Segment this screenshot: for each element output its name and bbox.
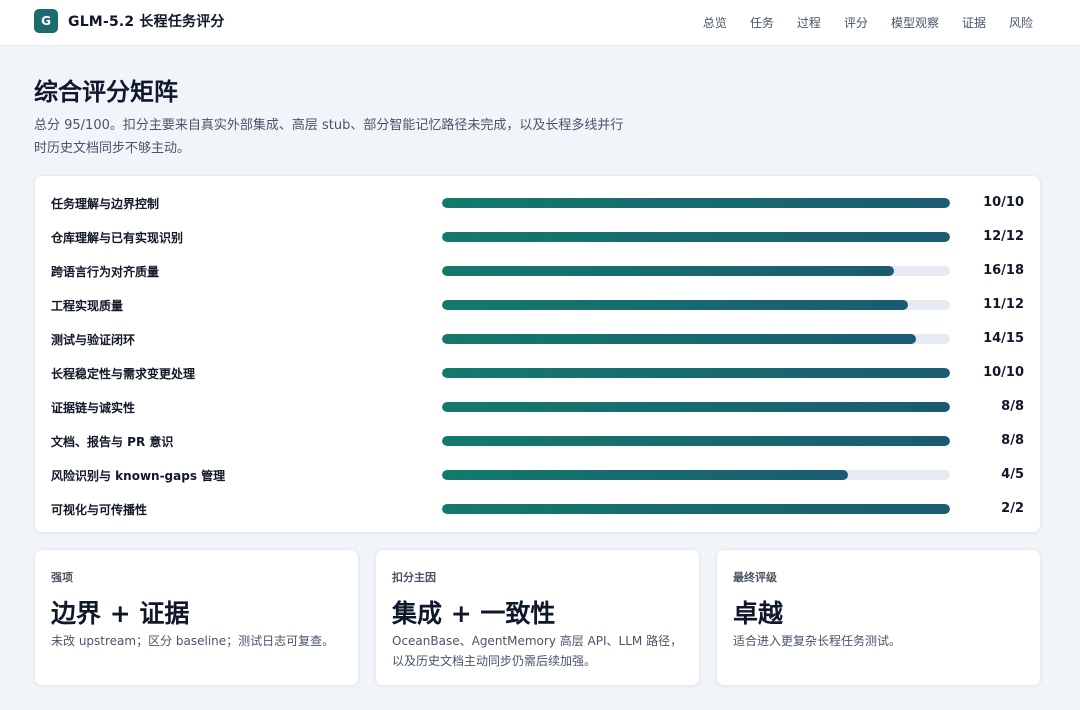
score-bar-track — [442, 402, 950, 412]
score-label: 可视化与可传播性 — [51, 503, 148, 517]
nav-model-observation[interactable]: 模型观察 — [891, 14, 939, 31]
score-bar-fill — [442, 334, 917, 344]
score-label: 测试与验证闭环 — [51, 333, 136, 347]
card-title: 卓越 — [733, 599, 784, 628]
score-row: 工程实现质量 11/12 — [35, 288, 1040, 322]
main-nav: 总览 任务 过程 评分 模型观察 证据 风险 — [703, 0, 1033, 44]
score-value: 4/5 — [1001, 467, 1024, 482]
score-value: 2/2 — [1001, 501, 1024, 516]
card-kicker: 扣分主因 — [392, 571, 436, 584]
score-row: 测试与验证闭环 14/15 — [35, 322, 1040, 356]
score-bar-track — [442, 232, 950, 242]
score-label: 风险识别与 known-gaps 管理 — [51, 469, 226, 483]
score-row: 文档、报告与 PR 意识 8/8 — [35, 424, 1040, 458]
score-label: 跨语言行为对齐质量 — [51, 265, 160, 279]
score-bar-fill — [442, 504, 950, 514]
score-bar-track — [442, 470, 950, 480]
summary-card-final-rating: 最终评级 卓越 适合进入更复杂长程任务测试。 — [716, 549, 1041, 686]
card-text: 未改 upstream；区分 baseline；测试日志可复查。 — [51, 634, 335, 648]
score-bar-fill — [442, 436, 950, 446]
score-bar-track — [442, 198, 950, 208]
brand[interactable]: G GLM-5.2 长程任务评分 — [34, 9, 225, 33]
score-label: 文档、报告与 PR 意识 — [51, 435, 174, 449]
score-row: 可视化与可传播性 2/2 — [35, 492, 1040, 526]
summary-card-deductions: 扣分主因 集成 + 一致性 OceanBase、AgentMemory 高层 A… — [375, 549, 700, 686]
card-text: OceanBase、AgentMemory 高层 API、LLM 路径，以及历史… — [392, 634, 683, 668]
summary-card-strengths: 强项 边界 + 证据 未改 upstream；区分 baseline；测试日志可… — [34, 549, 359, 686]
score-label: 证据链与诚实性 — [51, 401, 136, 415]
nav-risk[interactable]: 风险 — [1009, 14, 1033, 31]
score-row: 仓库理解与已有实现识别 12/12 — [35, 220, 1040, 254]
nav-evidence[interactable]: 证据 — [962, 14, 986, 31]
card-kicker: 强项 — [51, 571, 73, 584]
score-value: 12/12 — [983, 229, 1024, 244]
score-bar-fill — [442, 368, 950, 378]
score-row: 证据链与诚实性 8/8 — [35, 390, 1040, 424]
card-title: 集成 + 一致性 — [392, 599, 556, 628]
nav-process[interactable]: 过程 — [797, 14, 821, 31]
score-bar-track — [442, 334, 950, 344]
score-bar-fill — [442, 402, 950, 412]
score-value: 14/15 — [983, 331, 1024, 346]
score-bar-fill — [442, 300, 908, 310]
score-row: 长程稳定性与需求变更处理 10/10 — [35, 356, 1040, 390]
score-bar-fill — [442, 198, 950, 208]
score-label: 长程稳定性与需求变更处理 — [51, 367, 196, 381]
score-row: 任务理解与边界控制 10/10 — [35, 186, 1040, 220]
score-matrix: 任务理解与边界控制 10/10 仓库理解与已有实现识别 12/12 跨语言行为对… — [34, 175, 1041, 533]
score-value: 10/10 — [983, 195, 1024, 210]
score-value: 11/12 — [983, 297, 1024, 312]
page-description: 总分 95/100。扣分主要来自真实外部集成、高层 stub、部分智能记忆路径未… — [34, 118, 624, 156]
logo: G — [34, 9, 58, 33]
nav-task[interactable]: 任务 — [750, 14, 774, 31]
score-label: 仓库理解与已有实现识别 — [51, 231, 184, 245]
nav-overview[interactable]: 总览 — [703, 14, 727, 31]
top-bar: G GLM-5.2 长程任务评分 总览 任务 过程 评分 模型观察 证据 风险 — [0, 0, 1080, 46]
score-bar-track — [442, 436, 950, 446]
card-title: 边界 + 证据 — [51, 599, 190, 628]
card-text: 适合进入更复杂长程任务测试。 — [733, 634, 902, 648]
score-bar-fill — [442, 232, 950, 242]
card-kicker: 最终评级 — [733, 571, 777, 584]
score-label: 任务理解与边界控制 — [51, 197, 160, 211]
score-value: 10/10 — [983, 365, 1024, 380]
nav-scoring[interactable]: 评分 — [844, 14, 868, 31]
score-bar-fill — [442, 266, 894, 276]
score-bar-fill — [442, 470, 849, 480]
score-value: 8/8 — [1001, 433, 1024, 448]
score-value: 16/18 — [983, 263, 1024, 278]
page-title: 综合评分矩阵 — [34, 78, 178, 106]
score-label: 工程实现质量 — [51, 299, 124, 313]
score-bar-track — [442, 368, 950, 378]
app-title: GLM-5.2 长程任务评分 — [68, 14, 225, 30]
score-bar-track — [442, 300, 950, 310]
score-row: 风险识别与 known-gaps 管理 4/5 — [35, 458, 1040, 492]
score-bar-track — [442, 504, 950, 514]
score-row: 跨语言行为对齐质量 16/18 — [35, 254, 1040, 288]
score-bar-track — [442, 266, 950, 276]
score-value: 8/8 — [1001, 399, 1024, 414]
